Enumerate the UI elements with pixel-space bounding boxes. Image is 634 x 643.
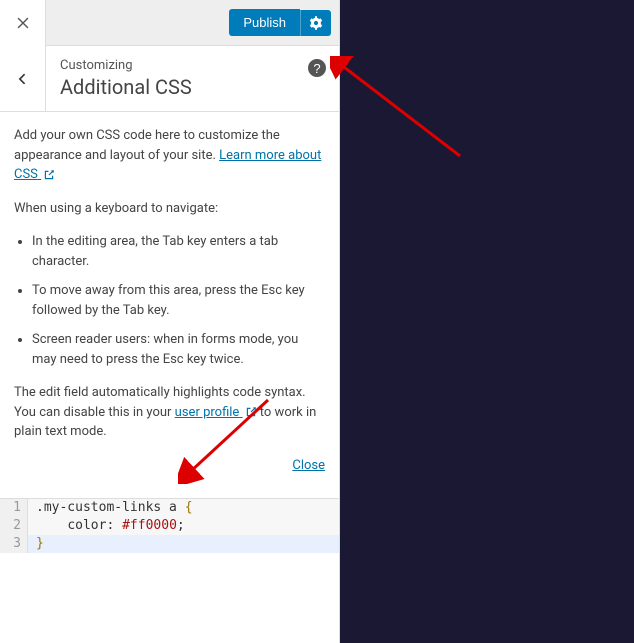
close-customizer-button[interactable]	[0, 0, 46, 46]
section-title: Additional CSS	[60, 75, 325, 99]
top-bar: Publish	[0, 0, 339, 46]
description-area: Add your own CSS code here to customize …	[0, 112, 339, 498]
external-link-icon	[245, 406, 257, 418]
line-content: .my-custom-links a {	[28, 499, 339, 517]
editor-padding[interactable]	[0, 553, 339, 643]
user-profile-link[interactable]: user profile	[175, 405, 257, 420]
code-colon: :	[106, 518, 122, 533]
keyboard-intro: When using a keyboard to navigate:	[14, 199, 325, 219]
code-value: #ff0000	[122, 518, 177, 533]
line-content: }	[28, 535, 339, 553]
user-profile-text: user profile	[175, 405, 240, 420]
line-number: 2	[0, 517, 28, 535]
help-button[interactable]: ?	[307, 58, 327, 78]
header-titles: Customizing Additional CSS ?	[46, 46, 339, 111]
code-line: 2 color: #ff0000;	[0, 517, 339, 535]
list-item: Screen reader users: when in forms mode,…	[32, 330, 325, 369]
publish-button[interactable]: Publish	[229, 9, 300, 36]
code-line: 1 .my-custom-links a {	[0, 499, 339, 517]
syntax-paragraph: The edit field automatically highlights …	[14, 383, 325, 442]
line-number: 1	[0, 499, 28, 517]
list-item: In the editing area, the Tab key enters …	[32, 232, 325, 271]
publish-group: Publish	[229, 9, 339, 36]
help-icon: ?	[307, 58, 327, 78]
code-line-active: 3 }	[0, 535, 339, 553]
gear-icon	[309, 16, 323, 30]
preview-area	[340, 0, 634, 643]
close-description: Close	[14, 456, 325, 476]
chevron-left-icon	[15, 71, 31, 87]
close-link[interactable]: Close	[292, 458, 325, 473]
code-property: color	[67, 518, 106, 533]
code-brace: }	[36, 536, 44, 551]
close-icon	[16, 16, 30, 30]
publish-settings-button[interactable]	[300, 10, 331, 36]
intro-paragraph: Add your own CSS code here to customize …	[14, 126, 325, 185]
external-link-icon	[43, 169, 55, 181]
customizer-sidebar: Publish Customizing Additional CSS ? Add…	[0, 0, 340, 643]
line-content: color: #ff0000;	[28, 517, 339, 535]
code-semi: ;	[177, 518, 185, 533]
css-editor[interactable]: 1 .my-custom-links a { 2 color: #ff0000;…	[0, 498, 339, 643]
code-brace: {	[185, 500, 193, 515]
line-number: 3	[0, 535, 28, 553]
code-indent	[36, 518, 67, 533]
list-item: To move away from this area, press the E…	[32, 281, 325, 320]
svg-text:?: ?	[313, 61, 320, 76]
back-button[interactable]	[0, 46, 46, 111]
code-selector: .my-custom-links a	[36, 500, 185, 515]
keyboard-list: In the editing area, the Tab key enters …	[32, 232, 325, 369]
section-header: Customizing Additional CSS ?	[0, 46, 339, 112]
customizing-label: Customizing	[60, 58, 325, 73]
